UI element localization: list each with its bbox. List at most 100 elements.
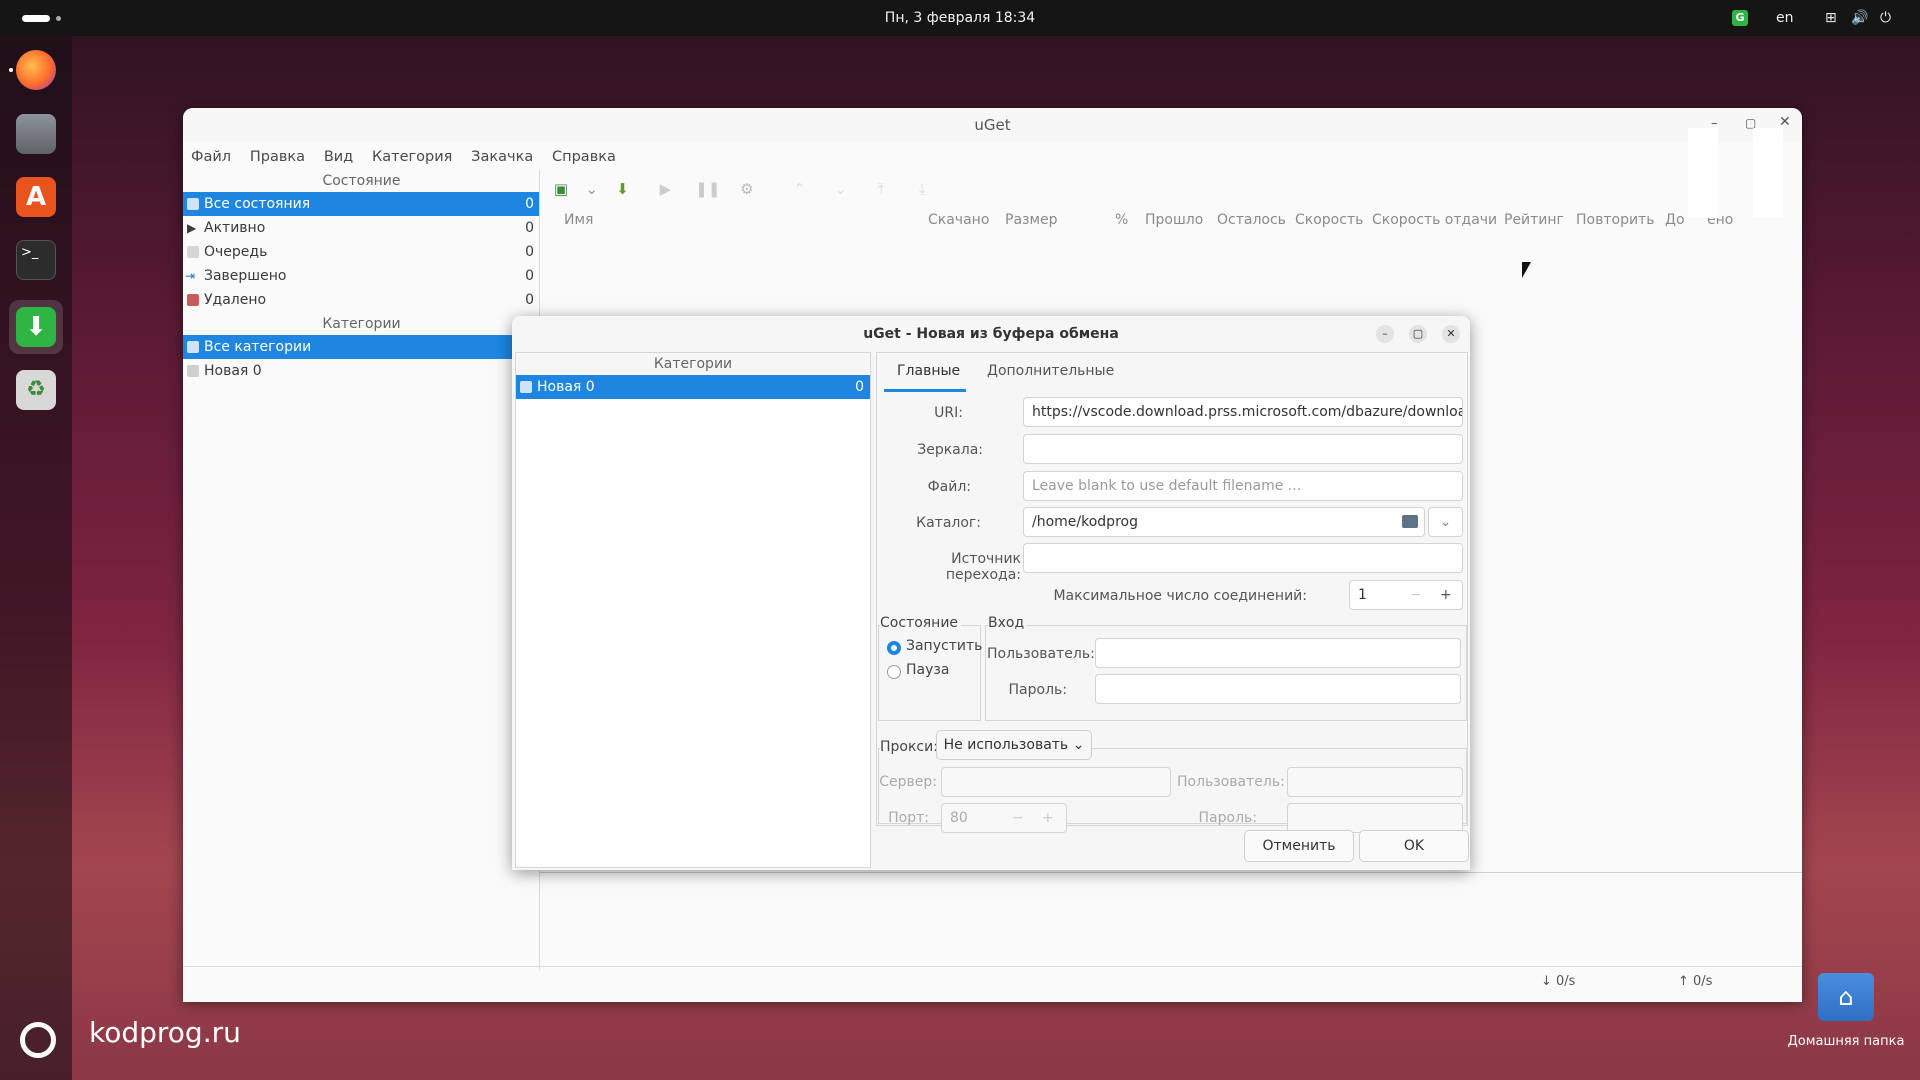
login-user-input[interactable] — [1095, 638, 1461, 668]
category-all[interactable]: Все категории — [183, 335, 512, 359]
dialog-minimize-icon[interactable]: – — [1376, 325, 1394, 343]
files-icon[interactable] — [16, 114, 56, 154]
terminal-icon[interactable]: >_ — [16, 240, 56, 280]
window-title: uGet — [183, 108, 1802, 142]
dialog-maximize-icon[interactable]: ▢ — [1409, 325, 1427, 343]
folder-input[interactable]: /home/kodprog — [1023, 507, 1425, 537]
col-name[interactable]: Имя — [564, 212, 593, 228]
network-icon[interactable]: ⊞ — [1825, 0, 1837, 36]
proxy-password-input[interactable] — [1287, 803, 1463, 833]
app-center-icon[interactable]: A — [16, 177, 56, 217]
menu-file[interactable]: Файл — [191, 144, 231, 170]
port-decrement-icon[interactable]: − — [1012, 804, 1024, 832]
tab-advanced[interactable]: Дополнительные — [987, 363, 1114, 379]
category-new0[interactable]: Новая 0 — [183, 359, 540, 383]
running-indicator-icon — [9, 68, 13, 72]
tab-active-underline — [884, 389, 966, 392]
state-active[interactable]: ▶ Активно 0 — [183, 216, 540, 240]
proxy-user-input[interactable] — [1287, 767, 1463, 797]
clock[interactable]: Пн, 3 февраля 18:34 — [0, 0, 1920, 36]
volume-icon[interactable]: 🔊 — [1851, 0, 1868, 36]
ubuntu-logo-icon[interactable] — [20, 1022, 56, 1058]
state-all[interactable]: Все состояния 0 — [183, 192, 540, 216]
increment-icon[interactable]: + — [1440, 581, 1452, 609]
max-connections-input[interactable]: 1 − + — [1349, 580, 1463, 610]
login-group-label: Вход — [988, 615, 1028, 631]
col-left[interactable]: Осталось — [1217, 212, 1286, 228]
toolbar: ▣ ⌄ ⬇ ▶ ❚❚ ⚙ ⌃ ⌄ ⤒ ⤓ — [540, 170, 1802, 208]
col-added[interactable]: До — [1665, 212, 1685, 228]
dropdown-chevron-icon[interactable]: ⌄ — [581, 178, 603, 200]
clipboard-download-icon[interactable]: ⬇ — [612, 178, 634, 200]
proxy-server-input[interactable] — [941, 767, 1171, 797]
move-bottom-icon[interactable]: ⤓ — [911, 178, 933, 200]
category-icon — [187, 365, 199, 377]
trash-icon[interactable]: ♻ — [16, 370, 56, 410]
menu-download[interactable]: Закачка — [471, 144, 533, 170]
top-bar: Пн, 3 февраля 18:34 G en ⊞ 🔊 ⏻ — [0, 0, 1920, 36]
category-all-icon — [187, 341, 199, 353]
finished-icon: ⇥ — [185, 269, 196, 283]
new-download-icon[interactable]: ▣ — [550, 178, 572, 200]
move-top-icon[interactable]: ⤒ — [870, 178, 892, 200]
decrement-icon[interactable]: − — [1410, 581, 1422, 609]
state-finished[interactable]: ⇥ Завершено 0 — [183, 264, 540, 288]
start-icon[interactable]: ▶ — [654, 178, 676, 200]
menu-bar: Файл Правка Вид Категория Закачка Справк… — [183, 144, 622, 170]
uri-input[interactable]: https://vscode.download.prss.microsoft.c… — [1023, 397, 1463, 427]
proxy-label: Прокси: — [880, 739, 941, 755]
dock: A >_ ⬇ ♻ — [0, 36, 72, 1080]
move-down-icon[interactable]: ⌄ — [829, 178, 851, 200]
dialog-form-panel: Главные Дополнительные URI: https://vsco… — [876, 352, 1468, 833]
home-folder-icon[interactable]: ⌂ — [1818, 973, 1874, 1021]
col-ratio[interactable]: Рейтинг — [1504, 212, 1564, 228]
queue-icon — [187, 246, 199, 258]
brand-text: kodprog.ru — [89, 1016, 241, 1049]
state-recycled[interactable]: Удалено 0 — [183, 288, 540, 312]
mirrors-input[interactable] — [1023, 434, 1463, 464]
uget-icon[interactable]: ⬇ — [16, 307, 56, 347]
col-size[interactable]: Размер — [1005, 212, 1058, 228]
pause-radio-label[interactable]: Пауза — [906, 662, 949, 678]
col-elapsed[interactable]: Прошло — [1145, 212, 1203, 228]
proxy-port-input[interactable]: 80 − + — [941, 803, 1067, 833]
folder-browse-icon[interactable] — [1402, 515, 1418, 528]
move-up-icon[interactable]: ⌃ — [789, 178, 811, 200]
uget-tray-icon[interactable]: G — [1732, 10, 1748, 26]
dialog-close-icon[interactable]: ✕ — [1442, 325, 1460, 343]
pause-radio[interactable] — [887, 665, 901, 679]
state-queue[interactable]: Очередь 0 — [183, 240, 540, 264]
properties-icon[interactable]: ⚙ — [736, 178, 758, 200]
col-speed[interactable]: Скорость — [1295, 212, 1363, 228]
menu-edit[interactable]: Правка — [250, 144, 305, 170]
details-pane — [540, 872, 1802, 873]
folder-dropdown[interactable]: ⌄ — [1428, 507, 1463, 537]
menu-help[interactable]: Справка — [552, 144, 616, 170]
pause-icon[interactable]: ❚❚ — [695, 178, 720, 200]
dialog-category-item[interactable]: Новая 00 — [516, 375, 870, 399]
home-folder-label[interactable]: Домашняя папка — [1786, 1034, 1906, 1049]
menu-view[interactable]: Вид — [324, 144, 353, 170]
col-complete[interactable]: Скачано — [928, 212, 989, 228]
recycled-icon — [187, 294, 199, 306]
referrer-input[interactable] — [1023, 543, 1463, 573]
login-password-input[interactable] — [1095, 674, 1461, 704]
tab-main[interactable]: Главные — [897, 363, 960, 379]
cancel-button[interactable]: Отменить — [1244, 830, 1354, 862]
ok-button[interactable]: OK — [1359, 830, 1469, 862]
port-increment-icon[interactable]: + — [1042, 804, 1054, 832]
proxy-type-dropdown[interactable]: Не использовать ⌄ — [936, 730, 1092, 760]
start-radio-label[interactable]: Запустить — [906, 638, 982, 654]
col-percent[interactable]: % — [1115, 212, 1128, 228]
col-retry[interactable]: Повторить — [1576, 212, 1654, 228]
col-upload-speed[interactable]: Скорость отдачи — [1372, 212, 1497, 228]
firefox-icon[interactable] — [16, 50, 56, 90]
start-radio[interactable] — [887, 641, 901, 655]
status-bar — [183, 966, 1802, 967]
referrer-label: Источник перехода: — [945, 551, 1021, 583]
menu-category[interactable]: Категория — [372, 144, 452, 170]
file-input[interactable]: Leave blank to use default filename ... — [1023, 471, 1463, 501]
keyboard-layout[interactable]: en — [1776, 0, 1794, 36]
new-from-clipboard-dialog: uGet - Новая из буфера обмена – ▢ ✕ Кате… — [512, 316, 1470, 870]
power-icon[interactable]: ⏻ — [1880, 0, 1891, 36]
